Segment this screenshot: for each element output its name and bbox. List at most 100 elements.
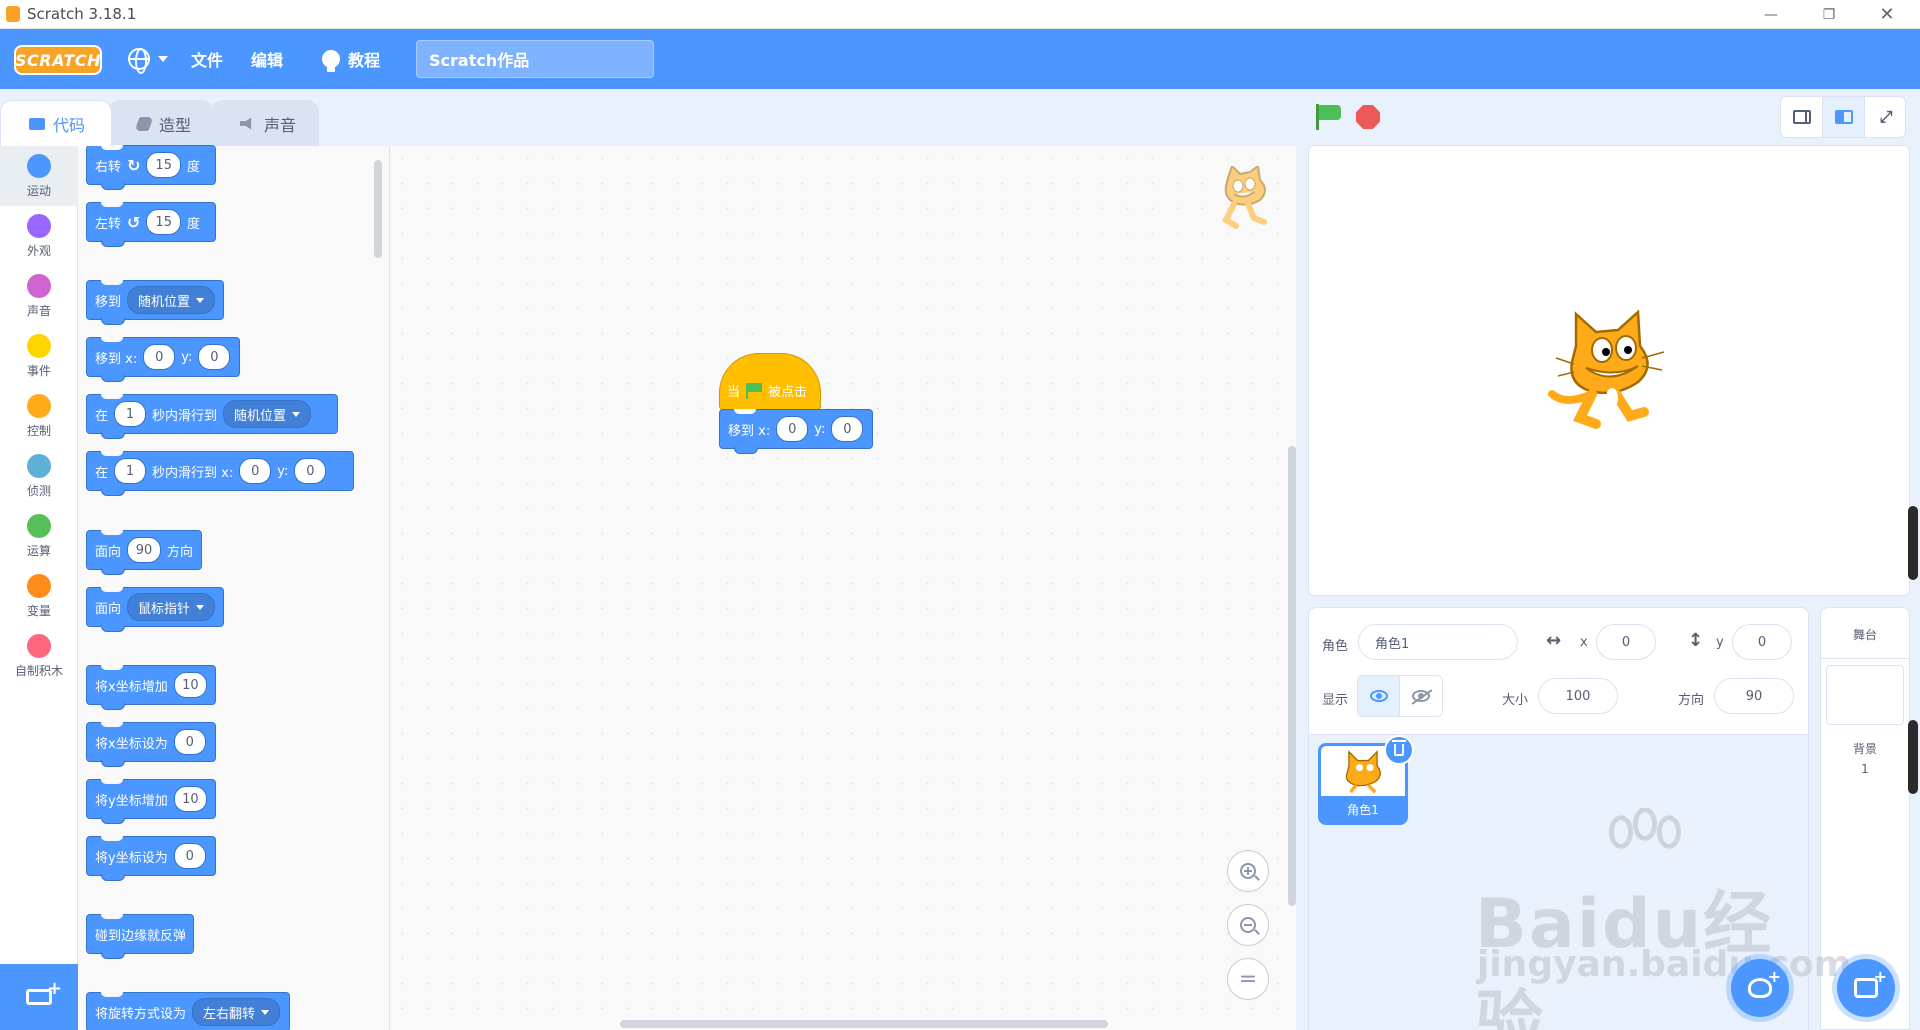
stage-canvas[interactable] [1308, 145, 1910, 596]
category-sound[interactable]: 声音 [0, 266, 78, 326]
category-my-blocks[interactable]: 自制积木 [0, 626, 78, 686]
tab-code-label: 代码 [53, 115, 86, 135]
block-set-y[interactable]: 将y坐标设为 0 [86, 836, 216, 881]
sprite-y-input[interactable]: 0 [1732, 624, 1792, 660]
category-looks[interactable]: 外观 [0, 206, 78, 266]
glide-target-dropdown[interactable]: 随机位置 [223, 400, 312, 428]
point-towards-dropdown[interactable]: 鼠标指针 [127, 593, 216, 621]
block-text: 将y坐标设为 [95, 850, 168, 866]
change-y-input[interactable]: 10 [173, 786, 207, 812]
turn-right-degrees-input[interactable]: 15 [146, 152, 181, 178]
sprite-size-input[interactable]: 100 [1538, 678, 1618, 714]
block-change-y[interactable]: 将y坐标增加 10 [86, 779, 216, 824]
block-turn-left[interactable]: 左转 ↺ 15 度 [86, 202, 216, 247]
block-text: 移到 [95, 294, 122, 310]
block-rotation-style[interactable]: 将旋转方式设为 左右翻转 [86, 992, 290, 1030]
window-titlebar: Scratch 3.18.1 — ❐ ✕ [0, 0, 1920, 29]
hat-when-text: 当 [727, 384, 741, 400]
goto-x-input[interactable]: 0 [143, 344, 176, 370]
block-text: 方向 [166, 544, 193, 560]
script-goto-x-input[interactable]: 0 [776, 416, 809, 442]
direction-input[interactable]: 90 [127, 537, 161, 563]
small-stage-icon [1792, 110, 1811, 124]
category-motion[interactable]: 运动 [0, 146, 78, 206]
script-goto-y-input[interactable]: 0 [831, 416, 864, 442]
block-glide-to[interactable]: 在 1 秒内滑行到 随机位置 [86, 394, 338, 439]
show-sprite-button[interactable] [1358, 676, 1400, 716]
stage-thumbnail[interactable] [1826, 665, 1904, 725]
block-change-x[interactable]: 将x坐标增加 10 [86, 665, 216, 710]
hide-sprite-button[interactable] [1400, 676, 1442, 716]
block-point-towards[interactable]: 面向 鼠标指针 [86, 587, 224, 632]
zoom-in-icon [1240, 863, 1256, 879]
green-flag-button[interactable] [1316, 104, 1342, 130]
tutorials-menu[interactable]: 教程 [322, 29, 380, 89]
dropdown-value: 鼠标指针 [138, 601, 191, 617]
workspace-vertical-scrollbar[interactable] [1288, 446, 1296, 906]
category-label: 运动 [26, 184, 51, 198]
close-button[interactable]: ✕ [1864, 0, 1910, 29]
window-title: Scratch 3.18.1 [27, 5, 137, 23]
tab-costumes[interactable]: 造型 [108, 100, 214, 146]
palette-scrollbar[interactable] [374, 160, 382, 258]
stop-button[interactable] [1356, 105, 1380, 129]
caret-down-icon [261, 1009, 270, 1015]
block-text: y: [277, 463, 289, 479]
glide-secs-input[interactable]: 1 [114, 401, 147, 427]
workspace-horizontal-scrollbar[interactable] [620, 1020, 1108, 1028]
edit-menu[interactable]: 编辑 [251, 29, 283, 89]
rotation-style-dropdown[interactable]: 左右翻转 [192, 998, 281, 1026]
category-control[interactable]: 控制 [0, 386, 78, 446]
maximize-button[interactable]: ❐ [1806, 0, 1852, 29]
category-operators[interactable]: 运算 [0, 506, 78, 566]
zoom-out-button[interactable] [1227, 904, 1269, 946]
tab-sounds[interactable]: 声音 [211, 100, 319, 146]
block-turn-right[interactable]: 右转 ↻ 15 度 [86, 145, 216, 190]
block-goto[interactable]: 移到 随机位置 [86, 280, 224, 325]
script-goto-xy-block[interactable]: 移到 x: 0 y: 0 [719, 409, 873, 454]
sprite-x-input[interactable]: 0 [1596, 624, 1656, 660]
globe-icon [128, 48, 150, 74]
sprite-direction-input[interactable]: 90 [1714, 678, 1794, 714]
sprite-name-input[interactable]: 角色1 [1358, 624, 1518, 660]
block-set-x[interactable]: 将x坐标设为 0 [86, 722, 216, 767]
glide-y-input[interactable]: 0 [294, 458, 327, 484]
scratch-logo[interactable]: SCRATCH [14, 45, 102, 75]
minimize-button[interactable]: — [1748, 0, 1794, 29]
category-events[interactable]: 事件 [0, 326, 78, 386]
small-stage-button[interactable] [1781, 97, 1823, 137]
block-bounce[interactable]: 碰到边缘就反弹 [86, 914, 194, 959]
delete-sprite-button[interactable] [1384, 735, 1414, 765]
category-label: 运算 [26, 544, 51, 558]
turn-left-degrees-input[interactable]: 15 [146, 209, 181, 235]
category-label: 变量 [26, 604, 51, 618]
block-glide-xy[interactable]: 在 1 秒内滑行到 x: 0 y: 0 [86, 451, 354, 496]
goto-y-input[interactable]: 0 [198, 344, 231, 370]
zoom-reset-button[interactable]: = [1227, 958, 1269, 1000]
large-stage-button[interactable] [1823, 97, 1865, 137]
block-goto-xy[interactable]: 移到 x: 0 y: 0 [86, 337, 240, 382]
block-text: 面向 [95, 601, 122, 617]
cat-sprite[interactable] [1545, 306, 1667, 436]
add-extension-button[interactable] [0, 964, 78, 1030]
goto-target-dropdown[interactable]: 随机位置 [127, 286, 216, 314]
choose-backdrop-button[interactable] [1837, 959, 1895, 1017]
set-y-input[interactable]: 0 [173, 843, 206, 869]
fullscreen-button[interactable]: ⤢ [1865, 97, 1907, 137]
block-text: 度 [186, 159, 200, 175]
change-x-input[interactable]: 10 [173, 672, 207, 698]
glide-xy-secs-input[interactable]: 1 [114, 458, 147, 484]
tab-costumes-label: 造型 [159, 115, 192, 135]
zoom-in-button[interactable] [1227, 850, 1269, 892]
project-title-input[interactable]: Scratch作品 [416, 40, 654, 78]
tab-code[interactable]: 代码 [0, 100, 112, 146]
choose-sprite-button[interactable] [1731, 959, 1789, 1017]
code-workspace[interactable] [390, 146, 1296, 1030]
category-variables[interactable]: 变量 [0, 566, 78, 626]
block-point-direction[interactable]: 面向 90 方向 [86, 530, 202, 575]
category-sensing[interactable]: 侦测 [0, 446, 78, 506]
language-menu[interactable] [128, 29, 168, 89]
glide-x-input[interactable]: 0 [239, 458, 272, 484]
set-x-input[interactable]: 0 [173, 729, 206, 755]
file-menu[interactable]: 文件 [191, 29, 223, 89]
